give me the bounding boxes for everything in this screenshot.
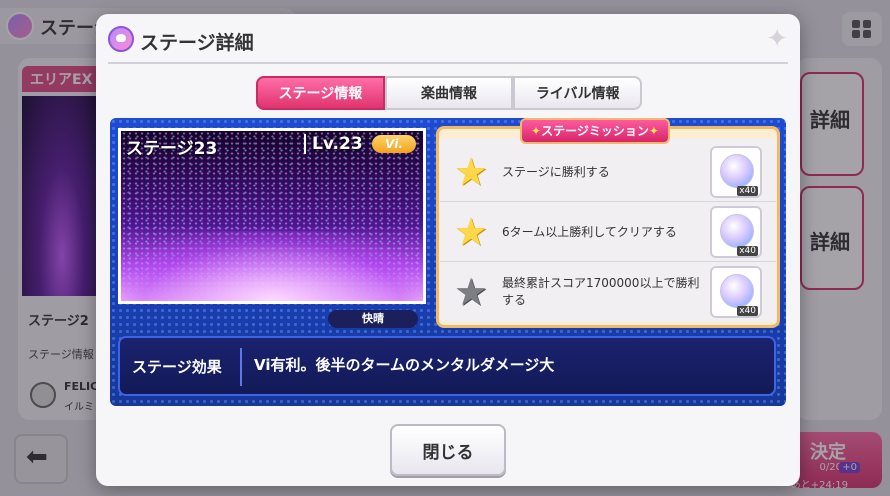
stage-effect-divider — [240, 348, 242, 386]
reward-count: x40 — [737, 246, 758, 256]
detail-tabs: ステージ情報 楽曲情報 ライバル情報 — [256, 76, 643, 110]
sparkle-icon: ✦ — [531, 124, 542, 138]
gem-icon — [720, 154, 754, 188]
mission-banner: ✦ステージミッション✦ — [522, 120, 668, 142]
tab-song-info[interactable]: 楽曲情報 — [384, 76, 514, 110]
mission-banner-label: ステージミッション — [541, 124, 649, 138]
reward-item[interactable]: x40 — [710, 266, 762, 318]
reward-item[interactable]: x40 — [710, 206, 762, 258]
reward-count: x40 — [737, 306, 758, 316]
stage-glow — [121, 231, 423, 301]
modal-header: ステージ詳細 ✦ — [96, 14, 800, 64]
header-divider — [108, 62, 788, 64]
stage-effect-box: ステージ効果 Vi有利。後半のタームのメンタルダメージ大 — [118, 336, 776, 396]
gem-icon — [720, 214, 754, 248]
sparkle-icon: ✦ — [766, 24, 788, 54]
star-icon: ★ — [454, 270, 489, 314]
attribute-badge: Vi. — [372, 135, 416, 153]
mission-item: ★ ステージに勝利する x40 — [440, 142, 776, 202]
stage-detail-modal: ステージ詳細 ✦ ステージ情報 楽曲情報 ライバル情報 ステージ23 Lv.23… — [96, 14, 800, 486]
stage-name: ステージ23 — [126, 139, 218, 159]
mission-text: ステージに勝利する — [502, 164, 610, 179]
mission-item: ★ 6ターム以上勝利してクリアする x40 — [440, 202, 776, 262]
close-button[interactable]: 閉じる — [390, 424, 506, 476]
stage-effect-text: Vi有利。後半のタームのメンタルダメージ大 — [254, 356, 555, 374]
reward-count: x40 — [737, 186, 758, 196]
stage-level: Lv.23 — [312, 134, 363, 154]
star-icon: ★ — [454, 150, 489, 194]
stage-name-divider — [304, 134, 306, 154]
mission-item: ★ 最終累計スコア1700000以上で勝利する x40 — [440, 262, 776, 322]
star-icon: ★ — [454, 210, 489, 254]
gem-icon — [720, 274, 754, 308]
mission-text: 6ターム以上勝利してクリアする — [502, 224, 677, 239]
mission-text: 最終累計スコア1700000以上で勝利する — [502, 276, 700, 307]
tab-rival-info[interactable]: ライバル情報 — [513, 76, 643, 110]
app-logo-icon — [108, 26, 134, 52]
weather-badge: 快晴 — [328, 310, 418, 328]
tab-stage-info[interactable]: ステージ情報 — [256, 76, 385, 110]
sparkle-icon: ✦ — [648, 124, 659, 138]
reward-item[interactable]: x40 — [710, 146, 762, 198]
stage-effect-label: ステージ効果 — [132, 358, 222, 376]
modal-title: ステージ詳細 — [140, 32, 254, 54]
